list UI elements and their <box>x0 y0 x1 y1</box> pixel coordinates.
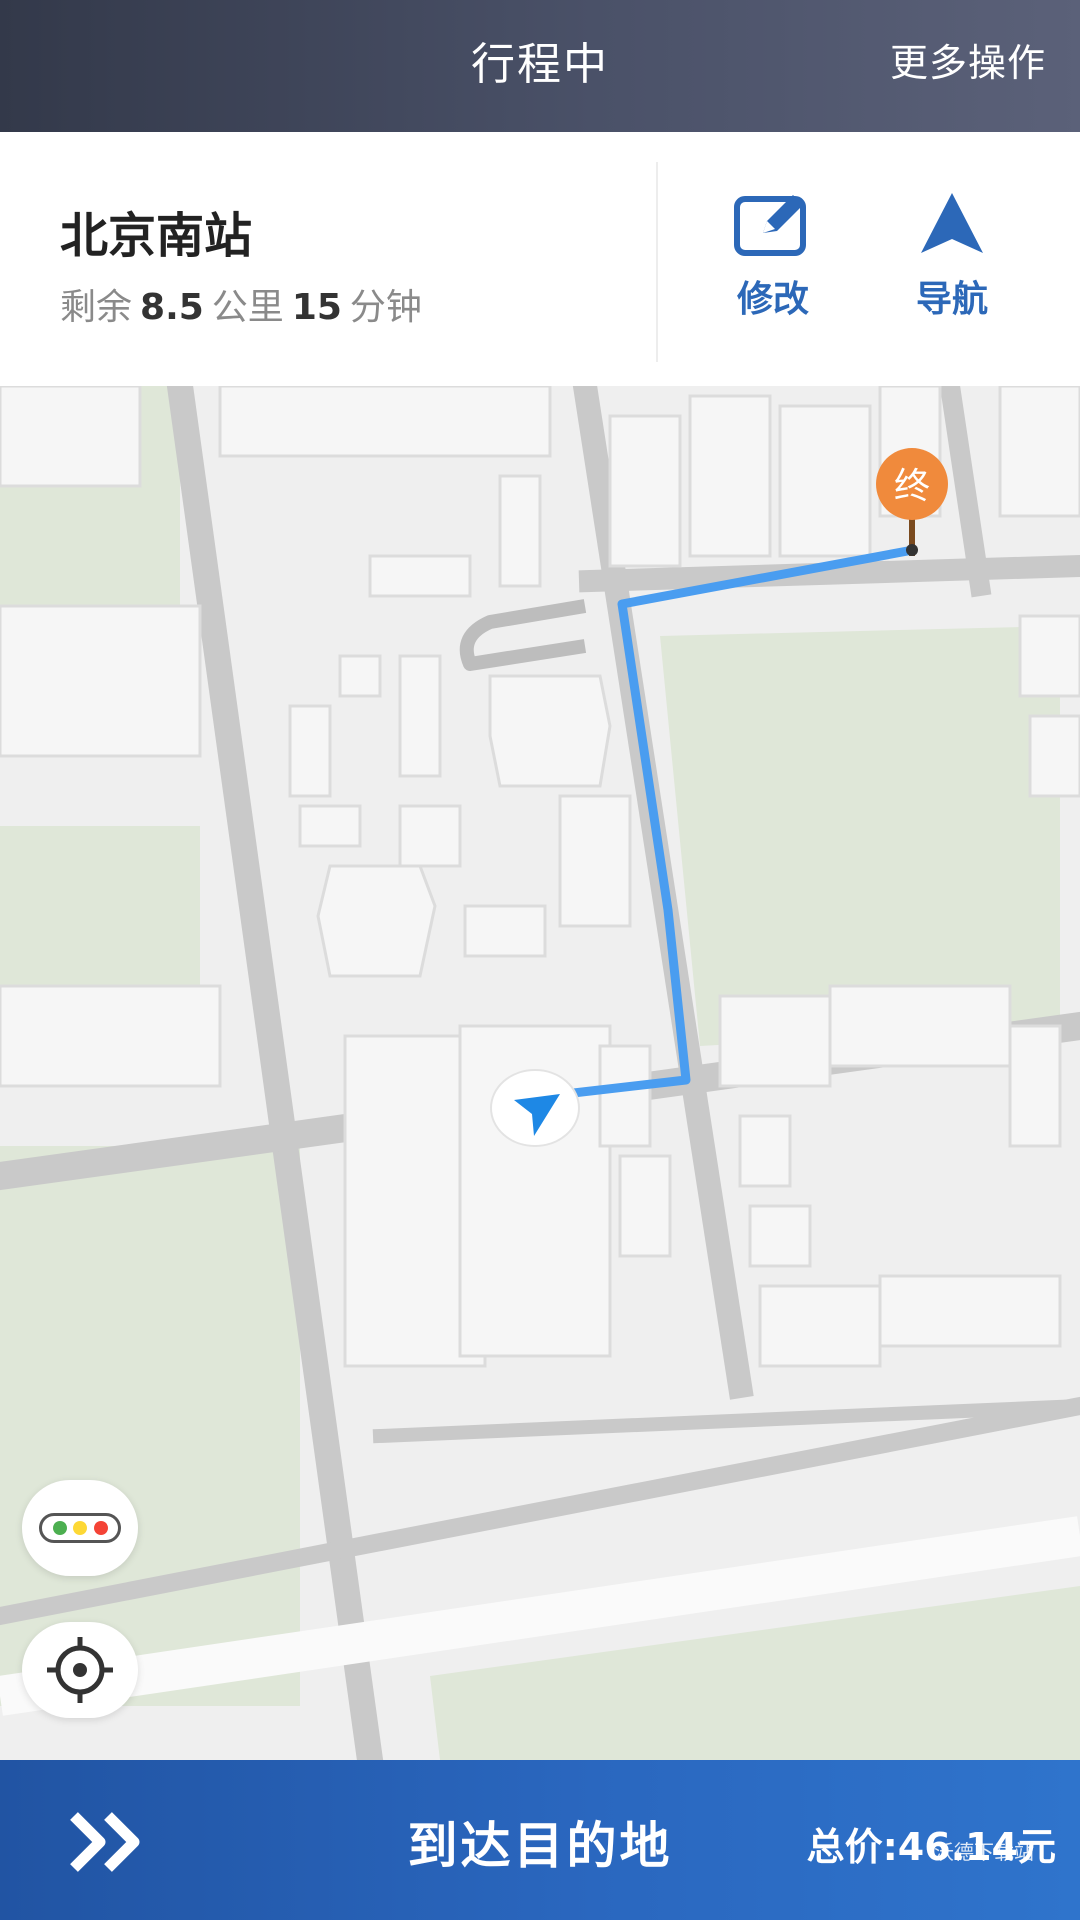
edit-label: 修改 <box>736 279 809 320</box>
traffic-dot-green <box>52 1521 67 1535</box>
navigate-arrow-icon <box>892 188 1012 260</box>
traffic-light-icon <box>39 1513 121 1543</box>
edit-icon <box>713 188 833 260</box>
remaining-info: 剩余 8.5 公里 15 分钟 <box>60 278 422 330</box>
trip-info-card: 北京南站 剩余 8.5 公里 15 分钟 修改 导航 <box>0 132 1080 386</box>
navigate-label: 导航 <box>915 279 988 320</box>
locate-me-button[interactable] <box>22 1622 138 1718</box>
more-actions-button[interactable]: 更多操作 <box>890 32 1046 87</box>
remaining-time: 15 <box>291 287 342 328</box>
map-view[interactable]: 终 <box>0 386 1080 1760</box>
edit-destination-button[interactable]: 修改 <box>713 188 833 322</box>
time-unit: 分钟 <box>349 287 422 328</box>
current-location-icon <box>490 1069 580 1147</box>
destination-marker-label: 终 <box>894 466 930 507</box>
remaining-distance: 8.5 <box>140 287 204 328</box>
bottom-action-bar[interactable]: 到达目的地 总价:46.14元 <box>0 1760 1080 1920</box>
traffic-dot-yellow <box>73 1521 87 1535</box>
remaining-prefix: 剩余 <box>60 287 133 328</box>
locate-icon <box>47 1637 113 1703</box>
top-header: 行程中 更多操作 <box>0 0 1080 132</box>
map-canvas: 终 <box>0 386 1080 1760</box>
destination-name: 北京南站 <box>60 208 253 264</box>
card-divider <box>656 162 658 362</box>
distance-unit: 公里 <box>211 287 284 328</box>
watermark-text: 沃德下载站 <box>934 1840 1034 1864</box>
traffic-dot-red <box>93 1521 108 1535</box>
traffic-toggle-button[interactable] <box>22 1480 138 1576</box>
navigate-button[interactable]: 导航 <box>892 188 1012 322</box>
